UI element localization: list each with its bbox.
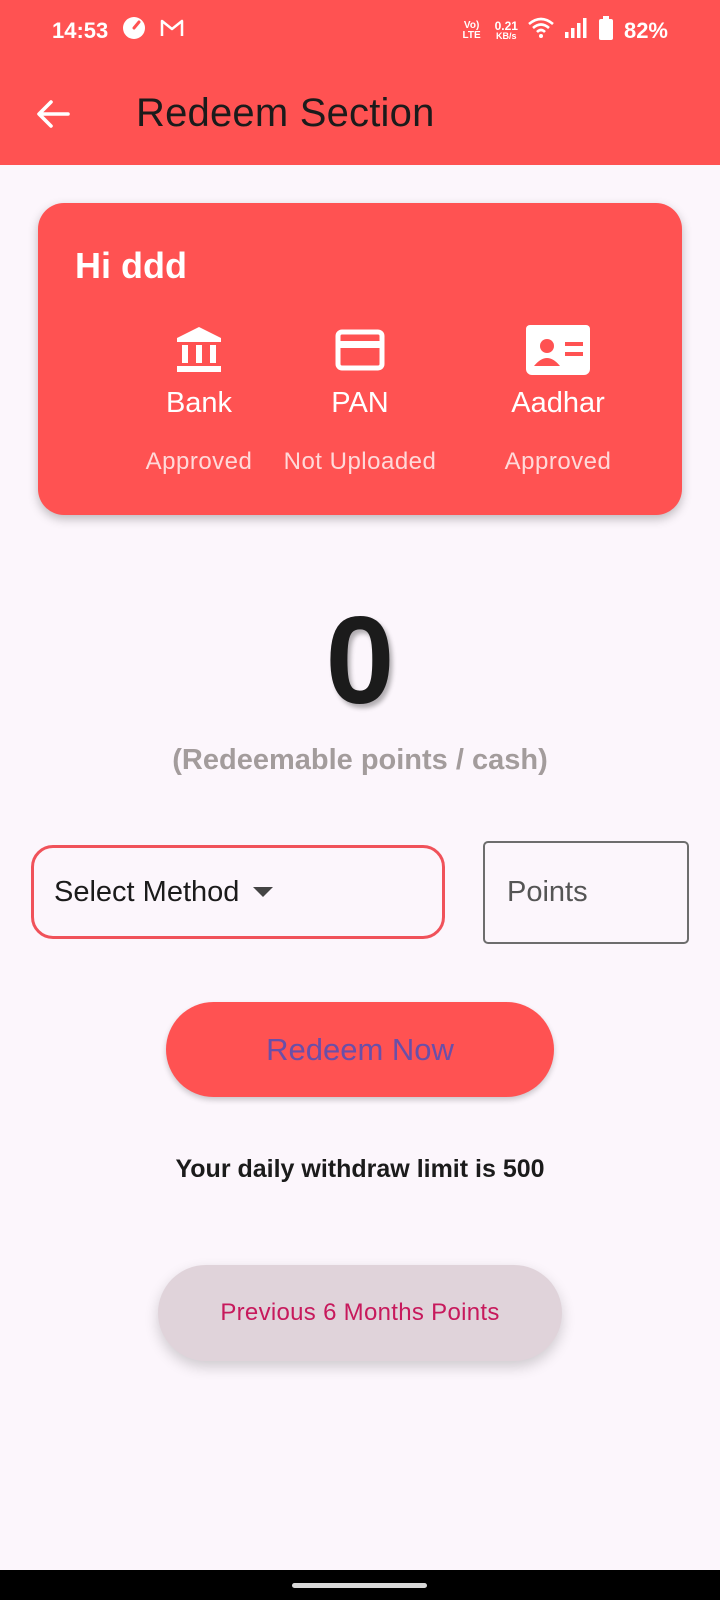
redeemable-points-value: 0 (325, 592, 395, 730)
kyc-item-label: Aadhar (511, 387, 605, 419)
back-button[interactable] (24, 85, 82, 143)
kyc-item-status: Approved (504, 448, 612, 475)
kyc-item-label: PAN (331, 387, 389, 419)
signal-icon (564, 17, 588, 45)
redeemable-points-caption: (Redeemable points / cash) (172, 744, 548, 776)
battery-percent: 82% (623, 18, 668, 43)
redeem-now-button[interactable]: Redeem Now (166, 1002, 554, 1097)
kyc-item-pan[interactable]: PAN Not Uploaded (260, 321, 460, 476)
speedometer-icon (122, 16, 146, 46)
battery-icon (598, 16, 614, 46)
gmail-icon (160, 18, 184, 44)
app-bar: Redeem Section (0, 62, 720, 165)
arrow-left-icon (37, 99, 70, 128)
greeting-text: Hi ddd (75, 245, 187, 286)
net-speed-value: 0.21 (494, 19, 518, 33)
home-gesture-handle[interactable] (292, 1583, 427, 1588)
card-icon (260, 321, 460, 379)
system-nav-bar (0, 1570, 720, 1600)
page-title: Redeem Section (136, 91, 435, 135)
id-card-icon (458, 321, 658, 379)
net-speed-unit: KB/s (496, 31, 517, 41)
caret-down-icon (253, 887, 274, 897)
kyc-item-status: Not Uploaded (283, 448, 437, 475)
kyc-item-aadhar[interactable]: Aadhar Approved (458, 321, 658, 476)
method-select[interactable]: Select Method (31, 845, 445, 939)
method-select-label: Select Method (54, 875, 240, 908)
volte-indicator: Vo) LTE (462, 20, 481, 41)
wifi-icon (528, 17, 554, 45)
net-speed: 0.21 KB/s (494, 19, 518, 41)
previous-points-button[interactable]: Previous 6 Months Points (158, 1265, 562, 1361)
status-bar: 14:53 Vo) LTE 0.21 KB/s 82% (0, 0, 720, 62)
points-input[interactable] (483, 841, 689, 944)
daily-limit-text: Your daily withdraw limit is 500 (175, 1155, 545, 1183)
kyc-status-card: Hi ddd Bank Approved PAN Not Uploaded Aa… (38, 203, 682, 515)
status-time: 14:53 (52, 18, 109, 43)
